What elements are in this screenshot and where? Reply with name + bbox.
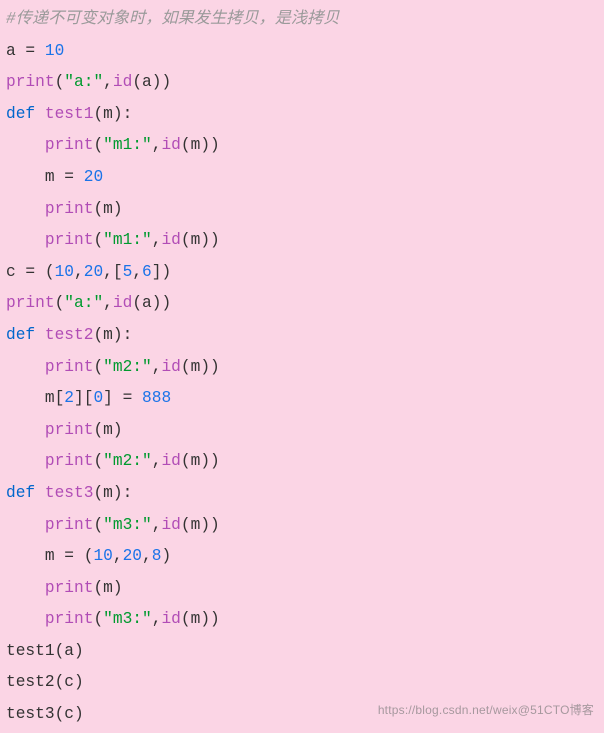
- code-line: m: [45, 389, 55, 407]
- code-line: def: [6, 326, 45, 344]
- code-line: def: [6, 484, 45, 502]
- code-line: print: [45, 516, 94, 534]
- code-line: print: [45, 579, 94, 597]
- code-line: a: [6, 42, 16, 60]
- code-line: print: [45, 421, 94, 439]
- code-line: test2(c): [6, 673, 84, 691]
- code-line: c: [6, 263, 16, 281]
- code-line: print: [6, 294, 55, 312]
- code-line: print: [45, 358, 94, 376]
- code-line: def: [6, 105, 45, 123]
- code-line: print: [45, 200, 94, 218]
- code-block: #传递不可变对象时，如果发生拷贝，是浅拷贝 a = 10 print("a:",…: [0, 0, 604, 733]
- code-line: print: [45, 136, 94, 154]
- code-line: m: [45, 168, 55, 186]
- code-line: test1(a): [6, 642, 84, 660]
- code-line: print: [45, 610, 94, 628]
- code-line: #传递不可变对象时，如果发生拷贝，是浅拷贝: [6, 10, 339, 28]
- code-line: print: [6, 73, 55, 91]
- code-line: m: [45, 547, 55, 565]
- code-line: print: [45, 452, 94, 470]
- code-line: test3(c): [6, 705, 84, 723]
- code-line: print: [45, 231, 94, 249]
